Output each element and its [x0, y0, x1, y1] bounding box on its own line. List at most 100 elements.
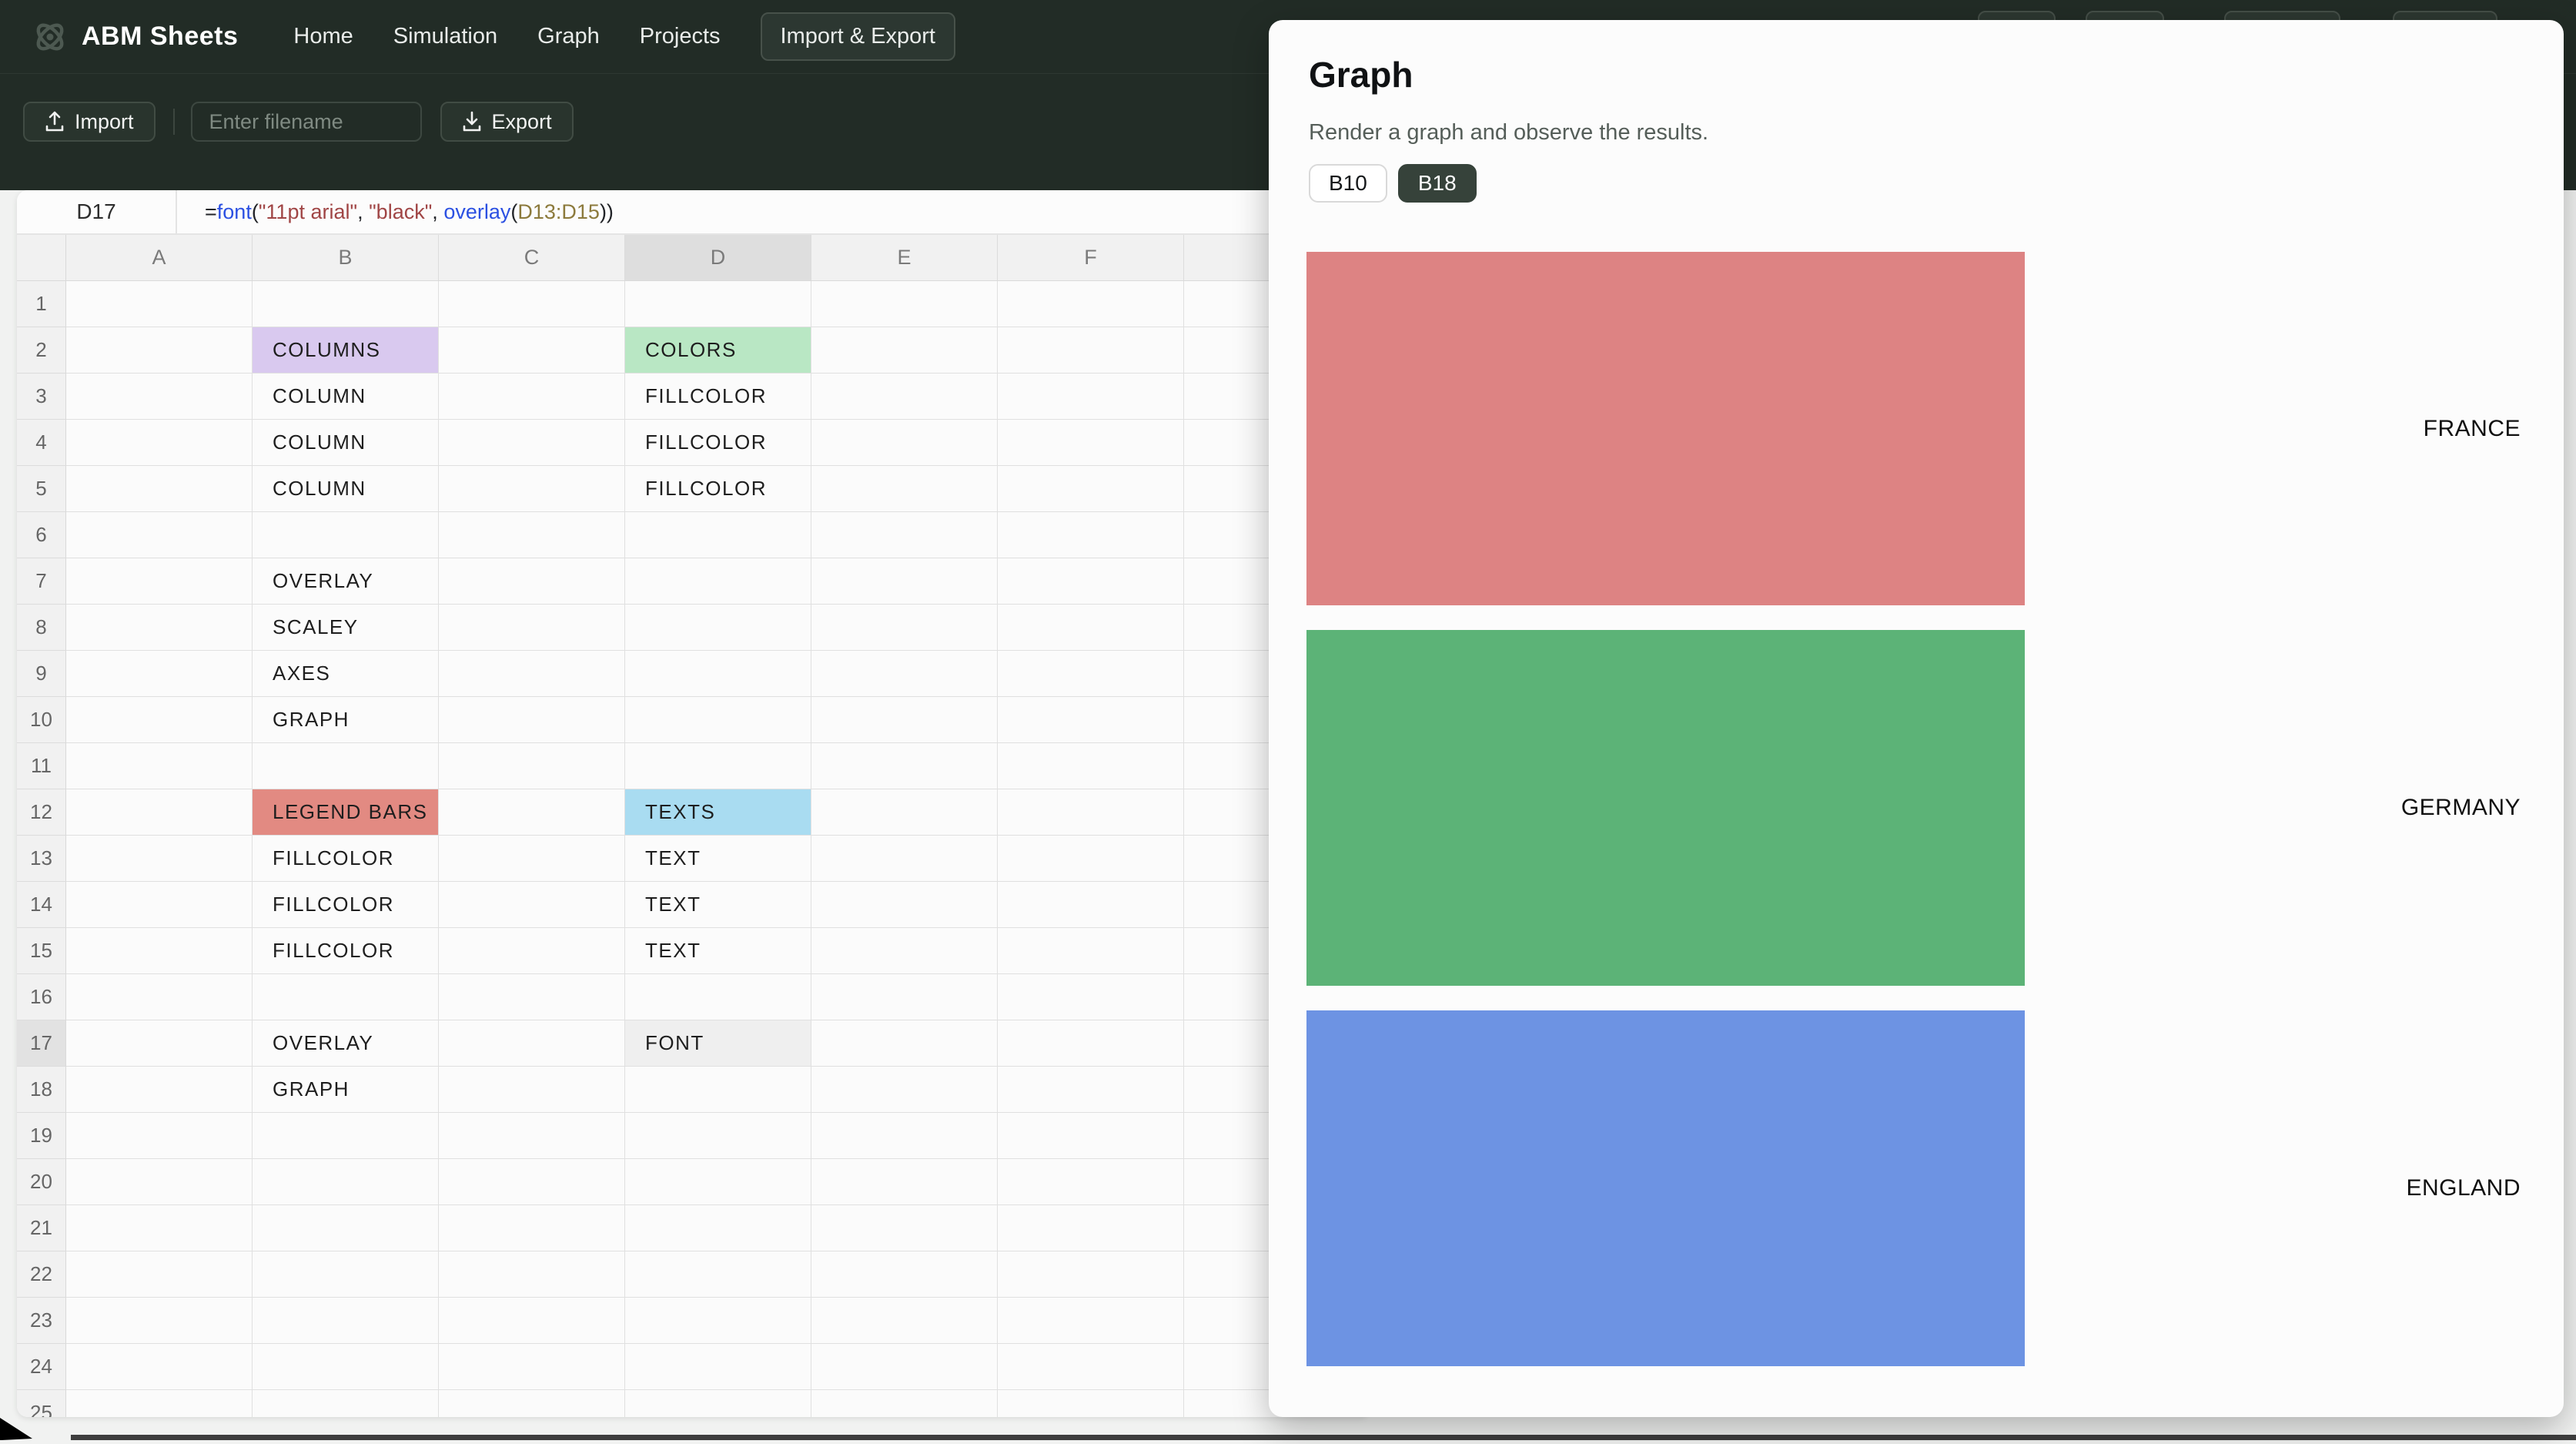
cell-B7[interactable]: OVERLAY	[253, 558, 439, 605]
cell-A7[interactable]	[66, 558, 253, 605]
cell-D8[interactable]	[625, 605, 811, 651]
cell-C1[interactable]	[439, 281, 625, 327]
cell-D3[interactable]: FILLCOLOR	[625, 374, 811, 420]
cell-A5[interactable]	[66, 466, 253, 512]
cell-E6[interactable]	[811, 512, 998, 558]
cell-D24[interactable]	[625, 1344, 811, 1390]
row-header-11[interactable]: 11	[17, 743, 66, 789]
cell-F14[interactable]	[998, 882, 1184, 928]
nav-item-graph[interactable]: Graph	[537, 24, 600, 49]
cell-E11[interactable]	[811, 743, 998, 789]
cell-B16[interactable]	[253, 974, 439, 1020]
cell-D21[interactable]	[625, 1205, 811, 1251]
cell-C10[interactable]	[439, 697, 625, 743]
filename-input[interactable]	[191, 102, 422, 142]
nav-item-import-export[interactable]: Import & Export	[761, 12, 955, 61]
cell-B17[interactable]: OVERLAY	[253, 1020, 439, 1067]
cell-D18[interactable]	[625, 1067, 811, 1113]
cell-E21[interactable]	[811, 1205, 998, 1251]
row-header-2[interactable]: 2	[17, 327, 66, 374]
cell-A14[interactable]	[66, 882, 253, 928]
cell-E2[interactable]	[811, 327, 998, 374]
row-header-12[interactable]: 12	[17, 789, 66, 836]
row-header-17[interactable]: 17	[17, 1020, 66, 1067]
cell-E13[interactable]	[811, 836, 998, 882]
cell-D6[interactable]	[625, 512, 811, 558]
cell-C14[interactable]	[439, 882, 625, 928]
cell-F3[interactable]	[998, 374, 1184, 420]
cell-F15[interactable]	[998, 928, 1184, 974]
cell-E8[interactable]	[811, 605, 998, 651]
grid-corner[interactable]	[17, 235, 66, 281]
cell-D2[interactable]: COLORS	[625, 327, 811, 374]
cell-D14[interactable]: TEXT	[625, 882, 811, 928]
cell-D16[interactable]	[625, 974, 811, 1020]
row-header-25[interactable]: 25	[17, 1390, 66, 1417]
cell-F18[interactable]	[998, 1067, 1184, 1113]
row-header-22[interactable]: 22	[17, 1251, 66, 1298]
cell-F1[interactable]	[998, 281, 1184, 327]
cell-B24[interactable]	[253, 1344, 439, 1390]
cell-B25[interactable]	[253, 1390, 439, 1417]
cell-B9[interactable]: AXES	[253, 651, 439, 697]
cell-E20[interactable]	[811, 1159, 998, 1205]
cell-F17[interactable]	[998, 1020, 1184, 1067]
cell-D20[interactable]	[625, 1159, 811, 1205]
nav-item-simulation[interactable]: Simulation	[393, 24, 497, 49]
cell-A2[interactable]	[66, 327, 253, 374]
cell-F7[interactable]	[998, 558, 1184, 605]
cell-B14[interactable]: FILLCOLOR	[253, 882, 439, 928]
row-header-10[interactable]: 10	[17, 697, 66, 743]
cell-C4[interactable]	[439, 420, 625, 466]
cell-F23[interactable]	[998, 1298, 1184, 1344]
cell-F8[interactable]	[998, 605, 1184, 651]
cell-E5[interactable]	[811, 466, 998, 512]
cell-B15[interactable]: FILLCOLOR	[253, 928, 439, 974]
cell-F20[interactable]	[998, 1159, 1184, 1205]
cell-B11[interactable]	[253, 743, 439, 789]
cell-F11[interactable]	[998, 743, 1184, 789]
row-header-19[interactable]: 19	[17, 1113, 66, 1159]
cell-D25[interactable]	[625, 1390, 811, 1417]
cell-E25[interactable]	[811, 1390, 998, 1417]
cell-C18[interactable]	[439, 1067, 625, 1113]
column-header-b[interactable]: B	[253, 235, 439, 281]
cell-C5[interactable]	[439, 466, 625, 512]
cell-A25[interactable]	[66, 1390, 253, 1417]
cell-F13[interactable]	[998, 836, 1184, 882]
cell-B1[interactable]	[253, 281, 439, 327]
cell-D23[interactable]	[625, 1298, 811, 1344]
cell-E12[interactable]	[811, 789, 998, 836]
cell-A11[interactable]	[66, 743, 253, 789]
cell-C8[interactable]	[439, 605, 625, 651]
row-header-7[interactable]: 7	[17, 558, 66, 605]
cell-A23[interactable]	[66, 1298, 253, 1344]
row-header-14[interactable]: 14	[17, 882, 66, 928]
cell-F21[interactable]	[998, 1205, 1184, 1251]
row-header-1[interactable]: 1	[17, 281, 66, 327]
cell-B18[interactable]: GRAPH	[253, 1067, 439, 1113]
cell-E18[interactable]	[811, 1067, 998, 1113]
cell-A19[interactable]	[66, 1113, 253, 1159]
cell-E19[interactable]	[811, 1113, 998, 1159]
cell-E7[interactable]	[811, 558, 998, 605]
cell-E3[interactable]	[811, 374, 998, 420]
cell-C7[interactable]	[439, 558, 625, 605]
export-button[interactable]: Export	[440, 102, 574, 142]
cell-F25[interactable]	[998, 1390, 1184, 1417]
cell-B19[interactable]	[253, 1113, 439, 1159]
cell-A20[interactable]	[66, 1159, 253, 1205]
cell-A17[interactable]	[66, 1020, 253, 1067]
row-header-3[interactable]: 3	[17, 374, 66, 420]
cell-D12[interactable]: TEXTS	[625, 789, 811, 836]
cell-A16[interactable]	[66, 974, 253, 1020]
nav-item-projects[interactable]: Projects	[640, 24, 721, 49]
cell-D4[interactable]: FILLCOLOR	[625, 420, 811, 466]
formula-input[interactable]: =font("11pt arial", "black", overlay(D13…	[177, 190, 614, 233]
cell-B20[interactable]	[253, 1159, 439, 1205]
cell-A9[interactable]	[66, 651, 253, 697]
row-header-20[interactable]: 20	[17, 1159, 66, 1205]
cell-B2[interactable]: COLUMNS	[253, 327, 439, 374]
cell-D5[interactable]: FILLCOLOR	[625, 466, 811, 512]
cell-C9[interactable]	[439, 651, 625, 697]
